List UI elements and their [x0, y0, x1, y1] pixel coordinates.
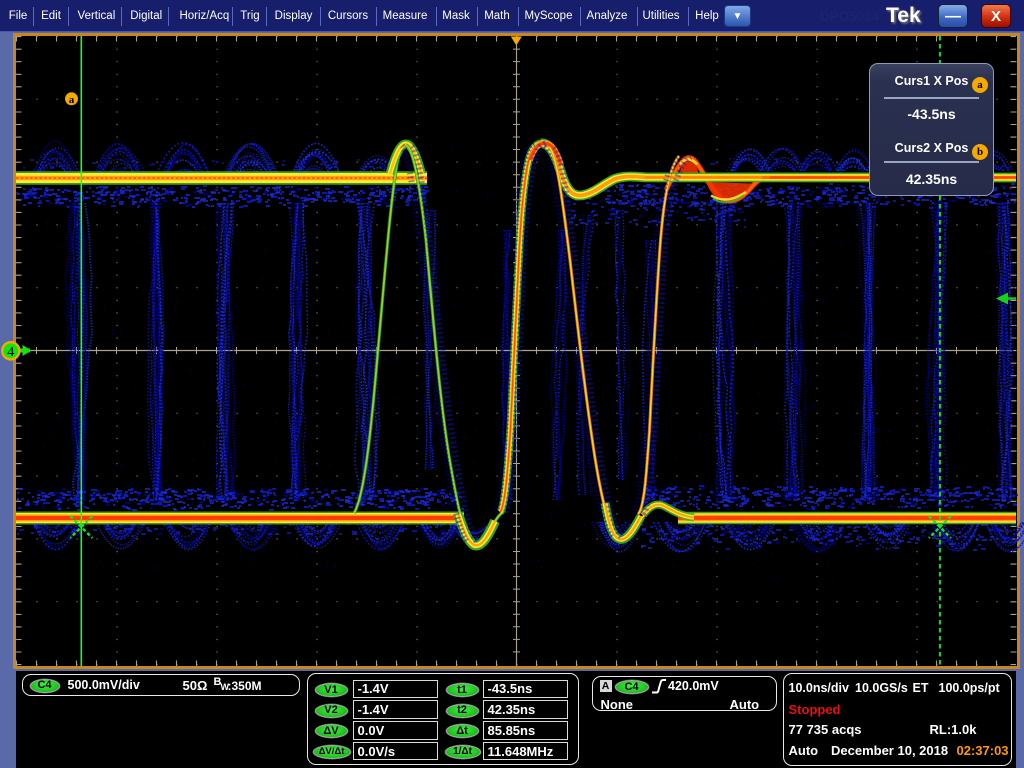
svg-text:4: 4	[7, 345, 14, 360]
svg-text:a: a	[69, 94, 75, 106]
